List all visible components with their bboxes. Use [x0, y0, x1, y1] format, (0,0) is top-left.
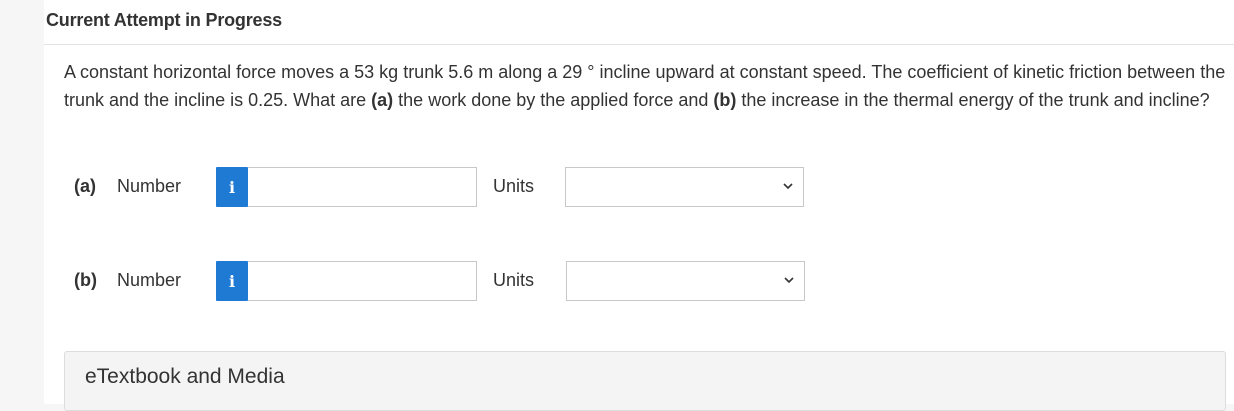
- question-end: the increase in the thermal energy of th…: [736, 89, 1210, 110]
- chevron-down-icon: [783, 183, 793, 190]
- question-part-b-marker: (b): [713, 89, 737, 110]
- part-a-label: (a): [74, 176, 96, 196]
- units-label-b: Units: [493, 270, 535, 290]
- units-label-a: Units: [493, 176, 535, 196]
- answer-row-b: (b) Number i Units: [64, 260, 824, 302]
- info-icon-glyph: i: [228, 177, 236, 197]
- page-title: Current Attempt in Progress: [46, 10, 282, 30]
- question-mid: the work done by the applied force and: [393, 89, 714, 110]
- part-b-label: (b): [74, 270, 97, 290]
- number-input-a[interactable]: [248, 167, 477, 207]
- chevron-down-icon: [784, 277, 794, 284]
- info-icon[interactable]: i: [216, 167, 248, 207]
- info-icon-glyph: i: [228, 271, 236, 291]
- question-text: A constant horizontal force moves a 53 k…: [64, 59, 1229, 114]
- header-divider: [44, 44, 1234, 45]
- etextbook-media-panel[interactable]: eTextbook and Media: [64, 351, 1226, 411]
- number-label-b: Number: [117, 270, 182, 290]
- units-select-a[interactable]: [565, 167, 804, 207]
- number-input-b[interactable]: [248, 261, 477, 301]
- question-part-a-marker: (a): [371, 89, 394, 110]
- info-icon[interactable]: i: [216, 261, 248, 301]
- number-label-a: Number: [117, 176, 182, 196]
- units-select-b[interactable]: [566, 261, 805, 301]
- answer-row-a: (a) Number i Units: [64, 166, 824, 208]
- etextbook-media-label: eTextbook and Media: [85, 365, 285, 388]
